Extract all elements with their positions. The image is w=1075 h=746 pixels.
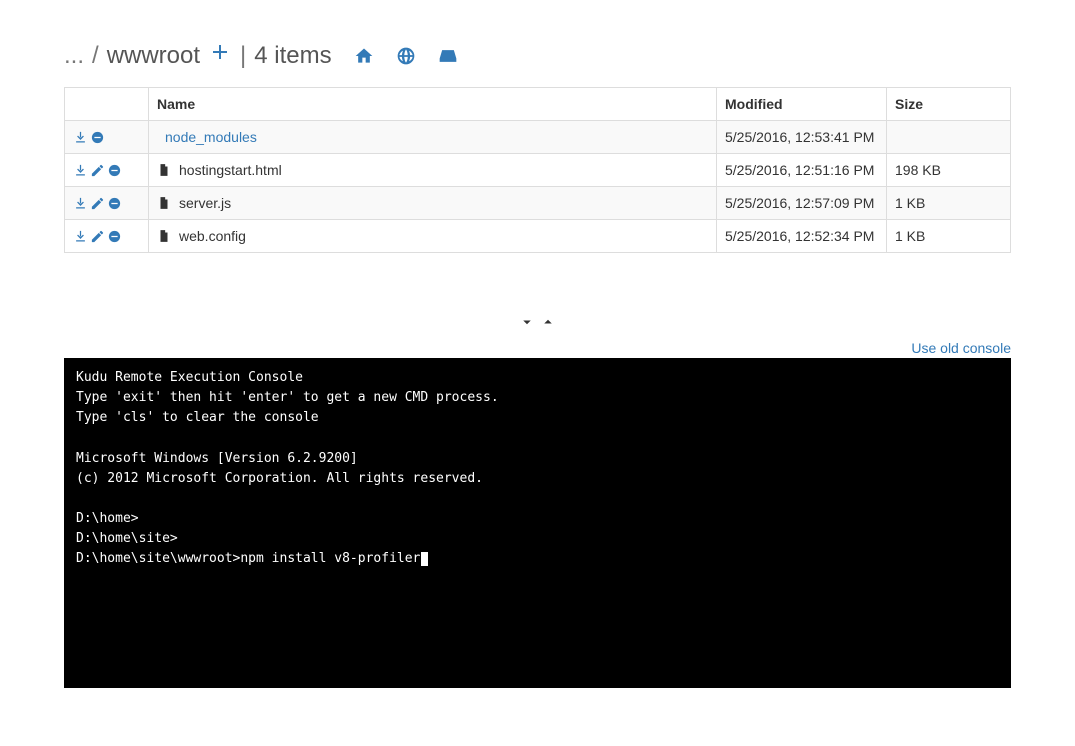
folder-link[interactable]: node_modules: [165, 129, 257, 145]
delete-icon[interactable]: [107, 229, 122, 244]
size-cell: 198 KB: [887, 154, 1011, 187]
item-count: 4 items: [254, 42, 331, 70]
edit-icon[interactable]: [90, 163, 105, 178]
table-row: hostingstart.html 5/25/2016, 12:51:16 PM1…: [65, 154, 1011, 187]
console[interactable]: Kudu Remote Execution Console Type 'exit…: [64, 358, 1011, 688]
table-row: web.config 5/25/2016, 12:52:34 PM1 KB: [65, 220, 1011, 253]
file-icon: [157, 229, 171, 243]
globe-icon[interactable]: [396, 46, 416, 66]
download-icon[interactable]: [73, 229, 88, 244]
size-cell: 1 KB: [887, 187, 1011, 220]
table-header-size[interactable]: Size: [887, 88, 1011, 121]
file-name: server.js: [179, 195, 231, 211]
console-toggle: [64, 313, 1011, 334]
modified-cell: 5/25/2016, 12:57:09 PM: [717, 187, 887, 220]
breadcrumb: ... / wwwroot | 4 items: [64, 40, 1011, 71]
breadcrumb-current: wwwroot: [107, 42, 200, 70]
use-old-console-link[interactable]: Use old console: [911, 340, 1011, 356]
edit-icon[interactable]: [90, 229, 105, 244]
modified-cell: 5/25/2016, 12:51:16 PM: [717, 154, 887, 187]
file-name: hostingstart.html: [179, 162, 282, 178]
delete-icon[interactable]: [107, 196, 122, 211]
download-icon[interactable]: [73, 196, 88, 211]
breadcrumb-separator: /: [92, 42, 99, 70]
delete-icon[interactable]: [90, 130, 105, 145]
modified-cell: 5/25/2016, 12:52:34 PM: [717, 220, 887, 253]
size-cell: [887, 121, 1011, 154]
console-cursor: [421, 552, 428, 566]
add-icon[interactable]: [208, 40, 232, 71]
edit-icon[interactable]: [90, 196, 105, 211]
modified-cell: 5/25/2016, 12:53:41 PM: [717, 121, 887, 154]
disk-icon[interactable]: [438, 46, 458, 66]
table-header-actions: [65, 88, 149, 121]
breadcrumb-divider: |: [240, 42, 246, 70]
home-icon[interactable]: [354, 46, 374, 66]
file-icon: [157, 196, 171, 210]
file-icon: [157, 163, 171, 177]
table-row: node_modules 5/25/2016, 12:53:41 PM: [65, 121, 1011, 154]
table-header-modified[interactable]: Modified: [717, 88, 887, 121]
download-icon[interactable]: [73, 130, 88, 145]
file-name: web.config: [179, 228, 246, 244]
table-row: server.js 5/25/2016, 12:57:09 PM1 KB: [65, 187, 1011, 220]
chevron-up-icon[interactable]: [539, 313, 557, 331]
chevron-down-icon[interactable]: [518, 313, 536, 331]
breadcrumb-ellipsis[interactable]: ...: [64, 42, 84, 70]
delete-icon[interactable]: [107, 163, 122, 178]
table-header-name[interactable]: Name: [149, 88, 717, 121]
size-cell: 1 KB: [887, 220, 1011, 253]
file-table: Name Modified Size node_modules 5/25/2016…: [64, 87, 1011, 253]
download-icon[interactable]: [73, 163, 88, 178]
